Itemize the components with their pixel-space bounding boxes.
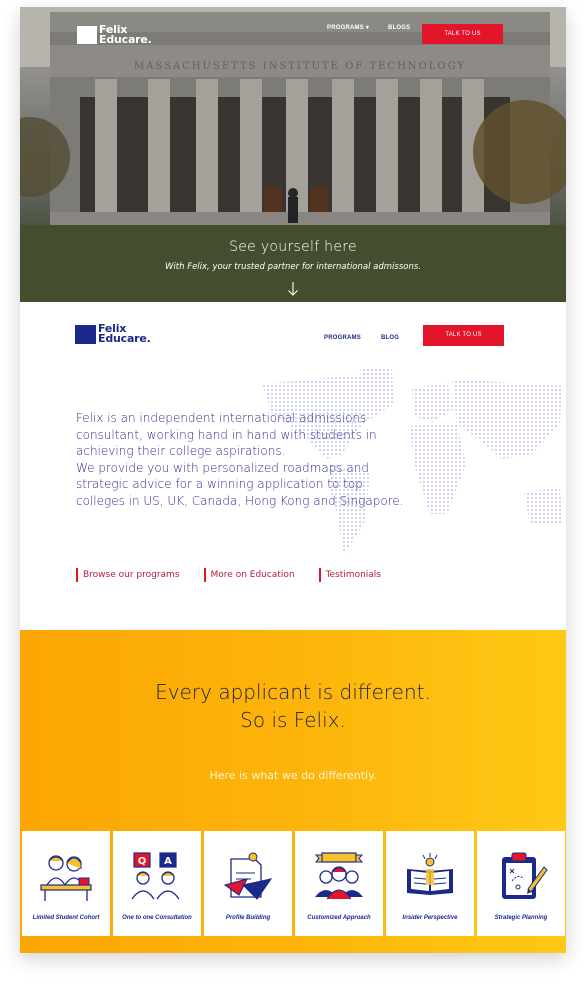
logo[interactable]: Felix Educare. [75, 323, 151, 345]
hero-nav: PROGRAMS ▾ BLOGS [327, 24, 410, 32]
about-description: Felix is an independent international ad… [76, 410, 406, 509]
feature-cards: Limited Student Cohort Q A One to one Co… [22, 831, 566, 936]
logo[interactable]: Felix Educare. [77, 24, 152, 46]
svg-text:A: A [164, 856, 172, 867]
difference-title-line2: So is Felix. [240, 708, 346, 732]
talk-to-us-button[interactable]: TALK TO US [422, 24, 503, 44]
logo-line2: Educare. [99, 33, 152, 46]
feature-card-label: Insider Perspective [402, 915, 458, 921]
clipboard-plan-icon [502, 852, 548, 899]
hero-section: MASSACHUSETTS INSTITUTE OF TECHNOLOGY Fe… [20, 7, 566, 302]
hero-subtitle: With Felix, your trusted partner for int… [165, 262, 421, 272]
logo-mark [77, 26, 97, 44]
page-frame: MASSACHUSETTS INSTITUTE OF TECHNOLOGY Fe… [20, 7, 566, 953]
difference-section: Every applicant is different. So is Feli… [20, 630, 566, 953]
testimonials-link[interactable]: Testimonials [318, 568, 381, 582]
students-desk-icon [40, 855, 92, 901]
feature-card[interactable]: Insider Perspective [386, 831, 474, 936]
browse-programs-link[interactable]: Browse our programs [76, 568, 180, 582]
nav-programs-label: PROGRAMS [327, 25, 364, 31]
nav-programs[interactable]: PROGRAMS ▾ [327, 24, 369, 31]
hero-title: See yourself here [229, 239, 357, 255]
qa-consultation-icon: Q A [131, 852, 180, 900]
logo-line2: Educare. [98, 332, 151, 345]
feature-card[interactable]: Q A One to one Consultation [113, 831, 201, 936]
difference-subtitle: Here is what we do differently. [209, 769, 377, 782]
profile-document-icon [223, 852, 273, 900]
feature-card-label: Limited Student Cohort [32, 915, 100, 921]
about-paragraph-2: We provide you with personalized roadmap… [76, 460, 404, 508]
logo-mark [75, 324, 96, 344]
feature-card[interactable]: Strategic Planning [477, 831, 565, 936]
about-paragraph-1: Felix is an independent international ad… [76, 411, 377, 458]
nav-blog[interactable]: BLOG [381, 335, 399, 341]
hero-overlay [20, 7, 566, 302]
arrow-down-icon[interactable] [287, 281, 299, 297]
more-on-education-link[interactable]: More on Education [203, 568, 295, 582]
feature-card-label: Strategic Planning [494, 915, 548, 921]
chevron-down-icon: ▾ [365, 25, 370, 31]
feature-card[interactable]: Limited Student Cohort [22, 831, 110, 936]
open-book-icon [407, 853, 453, 895]
nav-blogs[interactable]: BLOGS [388, 25, 410, 31]
logo-text: Felix Educare. [98, 323, 151, 345]
main-nav: PROGRAMS BLOG [324, 335, 399, 341]
about-links: Browse our programs More on Education Te… [76, 568, 381, 582]
logo-text: Felix Educare. [99, 24, 152, 46]
difference-title-line1: Every applicant is different. [155, 680, 431, 704]
talk-to-us-button[interactable]: TALK TO US [423, 325, 504, 346]
feature-card-label: One to one Consultation [122, 915, 192, 921]
feature-card-label: Customized Approach [307, 915, 371, 921]
about-section: Felix Educare. PROGRAMS BLOG TALK TO US [20, 302, 566, 630]
feature-card-label: Profile Building [225, 915, 271, 921]
feature-card[interactable]: Profile Building [204, 831, 292, 936]
difference-title: Every applicant is different. So is Feli… [20, 678, 566, 734]
nav-programs[interactable]: PROGRAMS [324, 335, 361, 341]
group-banner-icon [314, 852, 364, 900]
svg-text:Q: Q [138, 856, 147, 867]
feature-card[interactable]: Customized Approach [295, 831, 383, 936]
